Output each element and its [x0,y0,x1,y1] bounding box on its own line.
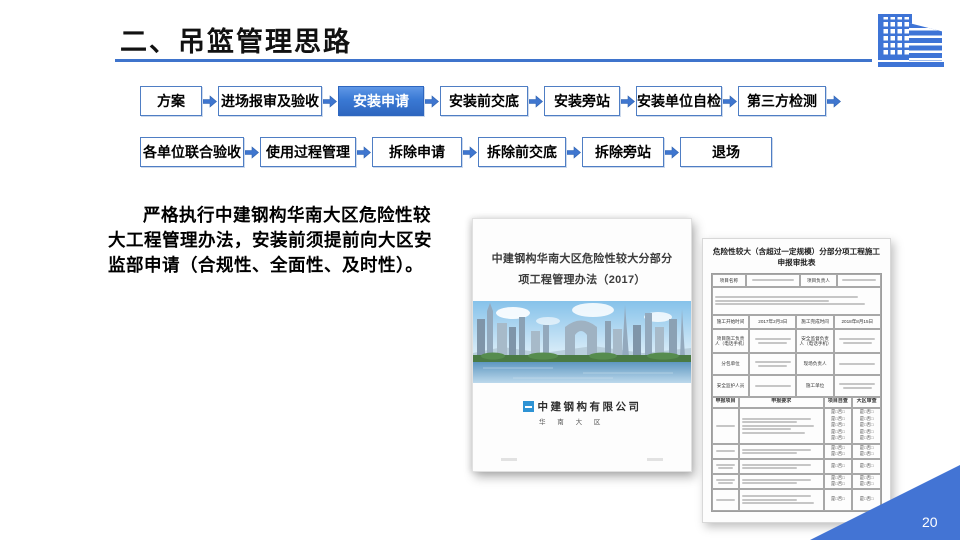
form-row: 申报项目 申报要求 项目自查 大区审查 [712,396,881,408]
form-cell-illegible [837,273,881,287]
flow-step: 进场报审及验收 [218,86,322,116]
page-number-corner: 20 [810,465,960,540]
form-cell-illegible [749,374,797,397]
form-row: 施工开始时间 2017年2月3日 施工完成时间 2018年8月15日 [712,314,881,329]
page-title: 二、吊篮管理思路 [120,27,352,57]
form-cell-illegible [712,407,740,444]
form-cell: 项目自查 [823,396,853,408]
form-cell: 施工完成时间 [796,314,834,329]
flow-arrow-icon [529,94,543,108]
company-division: 华 南 大 区 [539,419,606,426]
form-checkbox-cell: 是□否□ 是□否□ [823,443,853,459]
flow-step: 拆除前交底 [478,137,566,167]
page-number: 20 [922,514,938,530]
flow-step: 安装申请 [338,86,424,116]
flow-arrow-icon [425,94,439,108]
approval-form-title: 危险性较大（含超过一定规模）分部分项工程施工申报审批表 [712,247,881,268]
form-cell-illegible [712,458,740,474]
form-cell-illegible [712,488,740,511]
form-cell: 项目名称 [712,273,746,287]
form-cell: 申报要求 [739,396,824,408]
cover-footer-mark [647,458,663,461]
flow-step: 退场 [680,137,772,167]
flowchart-row-1: 方案 进场报审及验收 安装申请 安装前交底 安装旁站 安装单位自检 第三方检测 [140,86,842,116]
title-underline [115,59,872,62]
flow-step: 拆除申请 [372,137,462,167]
flow-arrow-icon [203,94,217,108]
flow-step: 使用过程管理 [260,137,356,167]
form-cell: 施工单位 [796,374,834,397]
form-cell-illegible [749,352,797,375]
flow-step: 安装前交底 [440,86,528,116]
form-cell-illegible [833,374,881,397]
flow-step: 第三方检测 [738,86,826,116]
form-cell: 2017年2月3日 [749,314,797,329]
form-cell: 安全监护人员 [712,374,750,397]
form-cell: 分包单位 [712,352,750,375]
form-cell: 大区审查 [852,396,881,408]
form-checkbox-cell: 是□否□ 是□否□ 是□否□ 是□否□ 是□否□ [852,407,881,444]
flow-arrow-icon [245,145,259,159]
form-cell-illegible [749,328,797,353]
cover-footer-mark [501,458,517,461]
flow-arrow-icon [621,94,635,108]
flow-arrow-icon [463,145,477,159]
form-cell: 2018年8月15日 [833,314,881,329]
company-name: 中建钢构有限公司 [537,401,642,413]
cover-company-block: 中建钢构有限公司 华 南 大 区 [473,399,691,426]
form-cell-illegible [712,443,740,459]
flow-step: 方案 [140,86,202,116]
flow-arrow-icon [723,94,737,108]
form-cell: 项目施工负责人（电话手机） [712,328,750,353]
building-tall-icon [878,14,912,60]
form-cell-illegible [745,273,800,287]
slide: 二、吊篮管理思路 方案 进场报审及验收 安装申请 安装前交底 安装旁站 安装单位自检 第三方… [0,0,960,540]
form-cell-illegible [833,328,881,353]
form-cell-illegible [712,473,740,489]
cover-document: 中建钢构华南大区危险性较大分部分项工程管理办法（2017） 中建钢构有限公司 华… [472,218,692,472]
lead-paragraph: 严格执行中建钢构华南大区危险性较大工程管理办法，安装前须提前向大区安监部申请（合… [108,205,432,275]
form-row: 项目施工负责人（电话手机） 安全监督负责人（电话手机） [712,328,881,353]
form-checkbox-cell: 是□否□ 是□否□ [852,443,881,459]
form-cell-illegible [712,286,881,315]
form-checkbox-cell: 是□否□ 是□否□ 是□否□ 是□否□ 是□否□ [823,407,853,444]
form-row [712,286,881,315]
form-cell-illegible [739,443,824,459]
form-row: 是□否□ 是□否□ 是□否□ 是□否□ [712,443,881,459]
form-cell: 申报项目 [712,396,740,408]
form-cell: 项目负责人 [799,273,838,287]
form-row: 是□否□ 是□否□ 是□否□ 是□否□ 是□否□ 是□否□ 是□否□ 是□否□ 是□否□ 是□否□ [712,407,881,444]
form-cell-illegible [739,407,824,444]
skyline-image [473,301,691,383]
flow-step: 安装旁站 [544,86,620,116]
flow-step: 安装单位自检 [636,86,722,116]
form-row: 项目名称 项目负责人 [712,273,881,287]
flowchart-row-2: 各单位联合验收 使用过程管理 拆除申请 拆除前交底 拆除旁站 退场 [140,137,772,167]
flow-arrow-icon [827,94,841,108]
form-cell: 施工开始时间 [712,314,750,329]
building-base-icon [878,62,944,67]
building-short-icon [909,23,942,61]
flow-step: 各单位联合验收 [140,137,244,167]
company-logo-icon [522,401,534,412]
form-cell-illegible [833,352,881,375]
flow-step: 拆除旁站 [582,137,664,167]
form-row: 安全监护人员 施工单位 [712,374,881,397]
flow-arrow-icon [357,145,371,159]
cover-document-title: 中建钢构华南大区危险性较大分部分项工程管理办法（2017） [491,253,673,286]
form-row: 分包单位 现场负责人 [712,352,881,375]
form-cell: 安全监督负责人（电话手机） [796,328,834,353]
buildings-icon [878,8,944,68]
flow-arrow-icon [665,145,679,159]
form-cell: 现场负责人 [796,352,834,375]
flow-arrow-icon [567,145,581,159]
flow-arrow-icon [323,94,337,108]
